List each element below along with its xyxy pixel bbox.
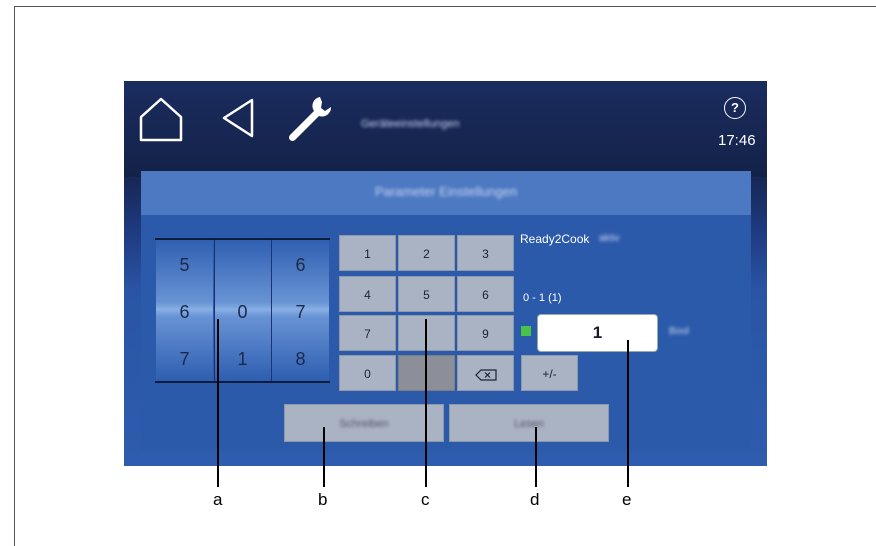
read-button[interactable]: Lesen (449, 404, 609, 442)
key-5[interactable]: 5 (398, 276, 455, 312)
callout-line-c (425, 319, 427, 487)
key-7[interactable]: 7 (339, 315, 396, 351)
callout-line-b (323, 427, 325, 487)
backspace-icon (474, 369, 497, 381)
callout-label-d: d (530, 490, 540, 509)
callout-label-c: c (421, 490, 430, 509)
help-icon[interactable]: ? (724, 97, 746, 119)
drum-digit: 0 (237, 302, 248, 322)
key-3[interactable]: 3 (457, 235, 514, 271)
read-button-label: Lesen (514, 418, 544, 430)
write-button[interactable]: Schreiben (284, 404, 444, 442)
backspace-button[interactable] (457, 355, 514, 391)
callout-line-e (627, 340, 629, 487)
drum-digit: 8 (295, 349, 306, 369)
drum-frame-bottom (155, 381, 330, 383)
drum-digit: 1 (237, 349, 248, 369)
callout-line-d (535, 427, 537, 487)
drum-digit: 5 (179, 255, 190, 275)
sign-toggle-button[interactable]: +/- (521, 355, 578, 391)
home-icon[interactable] (137, 95, 185, 143)
key-4[interactable]: 4 (339, 276, 396, 312)
status-indicator (521, 326, 531, 336)
top-bar: Geräteeinstellungen ? 17:46 (124, 81, 767, 177)
drum-column-left[interactable]: 5 6 7 (156, 237, 213, 382)
key-0[interactable]: 0 (339, 355, 396, 391)
back-icon[interactable] (220, 97, 256, 139)
drum-digit: 6 (179, 302, 190, 322)
drum-divider (271, 239, 272, 382)
parameter-name-suffix: aktiv (599, 233, 620, 244)
callout-label-e: e (622, 490, 632, 509)
panel-title: Parameter Einstellungen (374, 184, 518, 199)
clock: 17:46 (718, 132, 756, 149)
wrench-icon[interactable] (284, 93, 334, 143)
write-button-label: Schreiben (339, 418, 389, 430)
key-6[interactable]: 6 (457, 276, 514, 312)
drum-column-right[interactable]: 6 7 8 (272, 237, 329, 382)
callout-label-a: a (213, 490, 223, 509)
parameter-range: 0 - 1 (1) (523, 292, 562, 304)
parameter-name: Ready2Cook (520, 232, 590, 246)
value-field[interactable]: 1 (537, 314, 658, 352)
callout-label-b: b (318, 490, 328, 509)
drum-divider (214, 239, 215, 382)
screen-title: Geräteeinstellungen (361, 118, 460, 130)
panel-header: Parameter Einstellungen (141, 171, 751, 215)
callout-line-a (217, 319, 219, 487)
drum-digit: 6 (295, 255, 306, 275)
drum-frame-top (155, 238, 330, 240)
key-9[interactable]: 9 (457, 315, 514, 351)
drum-digit: 7 (179, 349, 190, 369)
key-2[interactable]: 2 (398, 235, 455, 271)
key-1[interactable]: 1 (339, 235, 396, 271)
parameter-unit: Bool (669, 326, 690, 337)
device-screen: Geräteeinstellungen ? 17:46 Parameter Ei… (124, 81, 767, 466)
drum-column-middle[interactable]: 0 1 (214, 237, 271, 382)
drum-digit: 7 (295, 302, 306, 322)
